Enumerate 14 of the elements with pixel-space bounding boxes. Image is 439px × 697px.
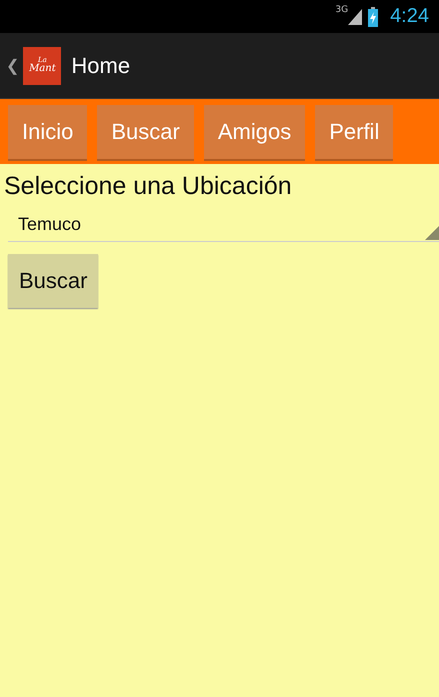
heading: Seleccione una Ubicación bbox=[4, 172, 292, 201]
nav-button[interactable]: Amigos bbox=[204, 104, 306, 158]
nav-button[interactable]: Perfil bbox=[315, 104, 394, 158]
nav-button[interactable]: Inicio bbox=[8, 104, 88, 158]
nav-button[interactable]: Buscar bbox=[97, 104, 194, 158]
dropdown-arrow-icon bbox=[425, 226, 439, 240]
clock: 4:24 bbox=[390, 5, 429, 28]
search-button[interactable]: Buscar bbox=[8, 254, 98, 308]
screen-title: Home bbox=[71, 52, 130, 78]
location-dropdown[interactable]: Temuco bbox=[8, 207, 439, 242]
back-caret[interactable]: ❮ bbox=[6, 56, 20, 75]
signal-icon bbox=[348, 8, 362, 24]
network-type: 3G bbox=[335, 5, 348, 15]
battery-icon bbox=[368, 6, 378, 26]
